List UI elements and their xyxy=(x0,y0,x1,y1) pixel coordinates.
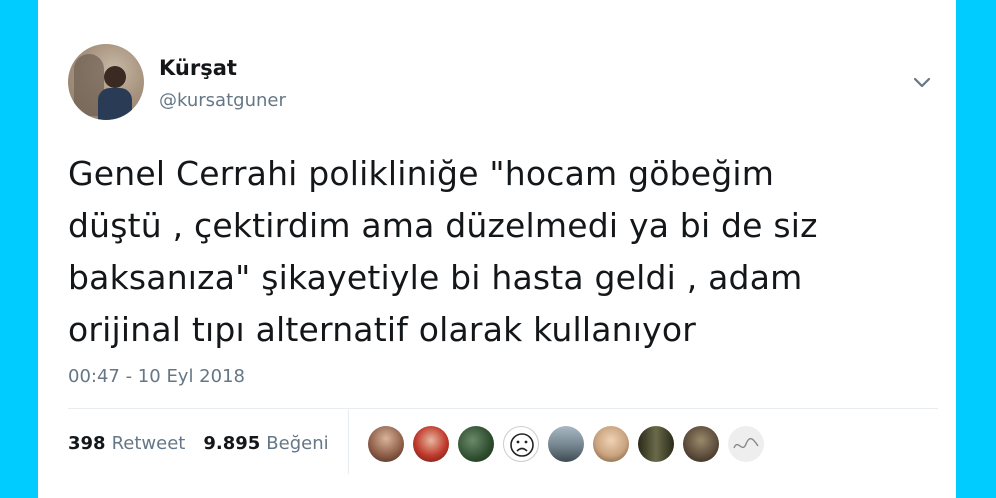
like-count: 9.895 xyxy=(203,433,261,454)
avatar-body xyxy=(98,88,132,120)
avatar[interactable] xyxy=(68,44,144,120)
liker-avatar[interactable] xyxy=(593,426,629,462)
avatar-head xyxy=(104,66,126,88)
liker-avatar[interactable] xyxy=(368,426,404,462)
liker-avatar[interactable] xyxy=(683,426,719,462)
author-handle[interactable]: @kursatguner xyxy=(159,90,286,111)
liker-avatar[interactable] xyxy=(548,426,584,462)
retweet-stat[interactable]: 398 Retweet xyxy=(68,433,185,454)
like-label: Beğeni xyxy=(266,433,329,454)
author-name[interactable]: Kürşat xyxy=(159,56,237,80)
liker-avatars xyxy=(368,426,764,462)
liker-avatar[interactable] xyxy=(728,426,764,462)
retweet-count: 398 xyxy=(68,433,106,454)
tweet-timestamp[interactable]: 00:47 - 10 Eyl 2018 xyxy=(68,366,245,387)
tweet-card: Kürşat @kursatguner Genel Cerrahi polikl… xyxy=(38,0,956,498)
tweet-stats: 398 Retweet 9.895 Beğeni xyxy=(68,433,329,454)
liker-avatar[interactable] xyxy=(503,426,539,462)
liker-avatar[interactable] xyxy=(458,426,494,462)
tweet-text: Genel Cerrahi polikliniğe "hocam göbeğim… xyxy=(68,154,818,349)
stats-separator xyxy=(348,410,349,474)
sad-face-icon xyxy=(510,433,534,457)
chevron-down-icon[interactable] xyxy=(912,76,932,90)
liker-avatar[interactable] xyxy=(638,426,674,462)
like-stat[interactable]: 9.895 Beğeni xyxy=(203,433,328,454)
signature-icon xyxy=(733,437,759,449)
liker-avatar[interactable] xyxy=(413,426,449,462)
retweet-label: Retweet xyxy=(111,433,186,454)
divider xyxy=(68,408,938,409)
